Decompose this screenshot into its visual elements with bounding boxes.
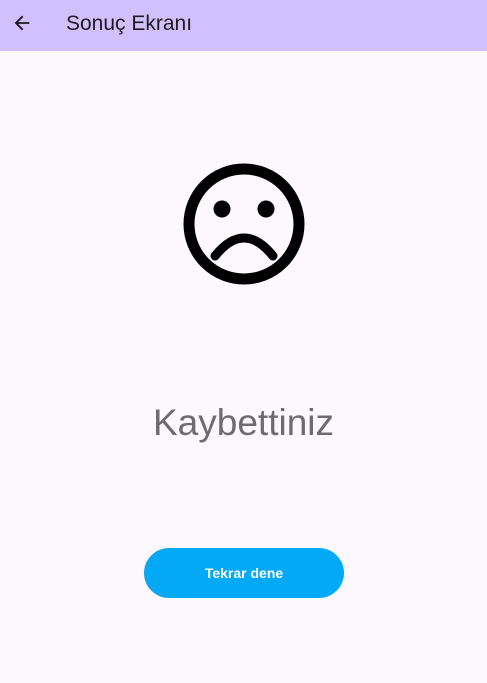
arrow-back-icon bbox=[11, 12, 33, 34]
app-bar: Sonuç Ekranı bbox=[0, 0, 487, 51]
sad-face-icon bbox=[182, 162, 306, 286]
retry-button[interactable]: Tekrar dene bbox=[144, 548, 344, 598]
back-button[interactable] bbox=[4, 5, 40, 41]
result-text: Kaybettiniz bbox=[153, 402, 334, 443]
page-title: Sonuç Ekranı bbox=[66, 12, 193, 35]
